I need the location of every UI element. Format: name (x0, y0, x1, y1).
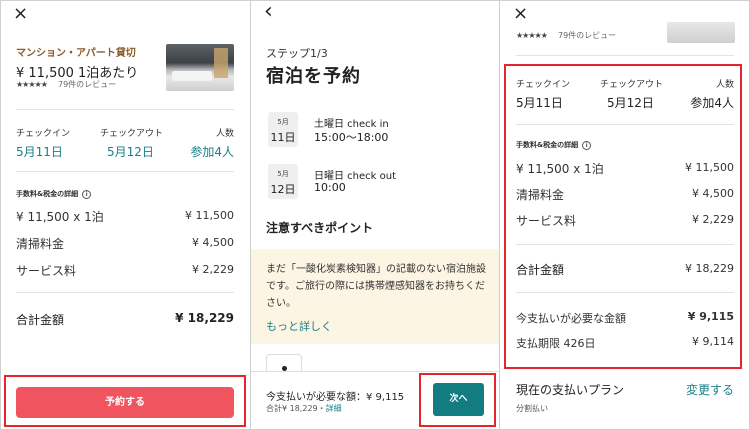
divider (16, 109, 234, 110)
checkout-date-badge: 5月 12日 (268, 164, 298, 199)
checkin-label: チェックイン (16, 129, 71, 139)
step-indicator: ステップ1/3 (266, 47, 328, 60)
cleaning-fee-value: ¥ 4,500 (192, 236, 234, 249)
back-icon[interactable]: ‹ (264, 1, 273, 23)
section-title: 注意すべきポイント (266, 221, 374, 235)
guests-label: 人数 (215, 129, 234, 139)
close-icon[interactable]: × (13, 5, 28, 23)
rating-stars-icon: ★★★★★ (516, 31, 548, 40)
checkin-date-badge: 5月 11日 (268, 112, 298, 147)
payment-plan-value: 分割払い (516, 404, 548, 413)
book-button[interactable]: 予約する (16, 387, 234, 418)
review-count[interactable]: 79件のレビュー (58, 79, 116, 90)
total-summary: 合計¥ 18,229・詳細 (266, 404, 342, 413)
right-panel: × ★★★★★ 79件のレビュー チェックイン チェックアウト 人数 5月11日… (500, 0, 750, 430)
change-plan-link[interactable]: 変更する (686, 381, 734, 398)
checkin-day: 土曜日 check in (314, 119, 389, 130)
learn-more-link[interactable]: もっと詳しく (266, 318, 332, 334)
checkout-time: 10:00 (314, 181, 346, 194)
close-icon[interactable]: × (513, 5, 528, 23)
details-link[interactable]: 詳細 (326, 404, 342, 413)
checkin-time: 15:00～18:00 (314, 131, 389, 144)
total-value: ¥ 18,229 (175, 311, 234, 325)
pay-now-amount: 今支払いが必要な額：¥ 9,115 (266, 392, 405, 403)
listing-type: マンション・アパート貸切 (16, 48, 136, 59)
nightly-row-label: ¥ 11,500 x 1泊 (16, 210, 104, 224)
checkout-label: チェックアウト (100, 129, 164, 139)
highlight-frame (504, 64, 742, 369)
divider (16, 292, 234, 293)
info-icon[interactable]: i (82, 189, 92, 199)
total-label: 合計金額 (16, 313, 65, 327)
left-panel: × マンション・アパート貸切 ¥ 11,500 1泊あたり ★★★★★ 79件の… (0, 0, 250, 430)
fees-header: 手数料&税金の詳細 i (16, 189, 92, 199)
notice-text: まだ「一酸化炭素検知器」の記載のない宿泊施設です。ご旅行の際には携帯煙感知器をお… (266, 264, 486, 309)
payment-plan-label: 現在の支払いプラン (516, 383, 625, 397)
listing-photo (166, 44, 234, 91)
page-title: 宿泊を予約 (266, 66, 361, 87)
cleaning-fee-label: 清掃料金 (16, 237, 65, 251)
rating-stars-icon: ★★★★★ (16, 80, 48, 89)
divider (516, 55, 734, 56)
checkout-day: 日曜日 check out (314, 171, 397, 182)
nightly-row-value: ¥ 11,500 (185, 209, 234, 222)
divider (16, 171, 234, 172)
guests-value[interactable]: 参加4人 (190, 143, 234, 160)
checkin-value[interactable]: 5月11日 (16, 143, 63, 160)
notice-box: まだ「一酸化炭素検知器」の記載のない宿泊施設です。ご旅行の際には携帯煙感知器をお… (251, 249, 499, 344)
service-fee-label: サービス料 (16, 264, 77, 278)
service-fee-value: ¥ 2,229 (192, 263, 234, 276)
review-count[interactable]: 79件のレビュー (558, 30, 616, 41)
middle-panel: ‹ ステップ1/3 宿泊を予約 5月 11日 土曜日 check in 15:0… (251, 0, 499, 430)
next-button[interactable]: 次へ (433, 383, 484, 416)
listing-photo (667, 22, 735, 43)
checkout-value[interactable]: 5月12日 (107, 143, 154, 160)
